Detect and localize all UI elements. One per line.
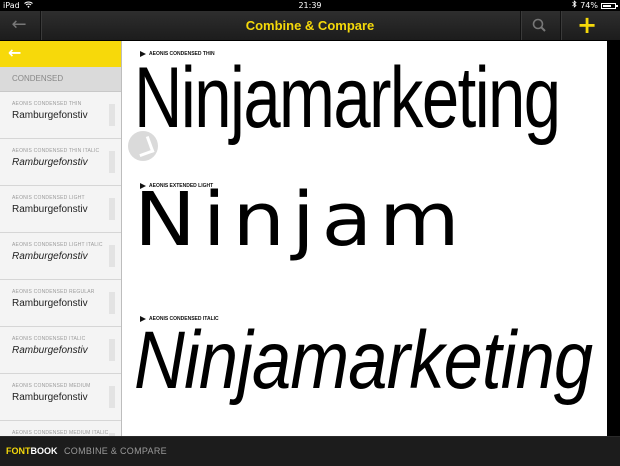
font-name: AEONIS CONDENSED ITALIC — [12, 336, 86, 342]
arrow-left-icon: ← — [8, 43, 22, 62]
nav-divider — [520, 11, 522, 40]
font-list-item[interactable]: AEONIS CONDENSED LIGHT Ramburgefonstiv — [0, 186, 121, 233]
nav-bar: ← Combine & Compare + — [0, 11, 620, 41]
battery-icon — [601, 2, 618, 9]
font-list-item[interactable]: AEONIS CONDENSED MEDIUM ITALIC — [0, 421, 121, 436]
font-sample: Ramburgefonstiv — [12, 251, 88, 262]
font-sample: Ramburgefonstiv — [12, 298, 88, 309]
font-list-item[interactable]: AEONIS CONDENSED ITALIC Ramburgefonstiv — [0, 327, 121, 374]
font-name: AEONIS CONDENSED LIGHT — [12, 195, 85, 201]
bluetooth-icon — [572, 0, 577, 11]
font-name: AEONIS CONDENSED REGULAR — [12, 289, 95, 295]
font-list-item[interactable]: AEONIS CONDENSED MEDIUM Ramburgefonstiv — [0, 374, 121, 421]
status-bar: iPad 21:39 74% — [0, 0, 620, 11]
search-icon[interactable] — [526, 15, 552, 35]
sample-text: Ninjam — [134, 177, 467, 263]
font-name: AEONIS CONDENSED LIGHT ITALIC — [12, 242, 103, 248]
font-name: AEONIS CONDENSED MEDIUM — [12, 383, 91, 389]
nav-divider — [560, 11, 562, 40]
font-list-item[interactable]: AEONIS CONDENSED REGULAR Ramburgefonstiv — [0, 280, 121, 327]
font-sample: Ramburgefonstiv — [12, 392, 88, 403]
font-sample: Ramburgefonstiv — [12, 345, 88, 356]
font-sidebar: ← CONDENSED AEONIS CONDENSED THIN Ramburg… — [0, 41, 122, 436]
app-logo[interactable]: FONTBOOK — [6, 437, 58, 466]
status-time: 21:39 — [298, 1, 322, 10]
font-list-item[interactable]: AEONIS CONDENSED LIGHT ITALIC Ramburgefon… — [0, 233, 121, 280]
font-list-item[interactable]: AEONIS CONDENSED THIN ITALIC Ramburgefons… — [0, 139, 121, 186]
sample-text: Ninjamarketing — [134, 315, 593, 406]
drag-tab[interactable] — [109, 151, 115, 173]
font-name: AEONIS CONDENSED THIN ITALIC — [12, 148, 100, 154]
drag-tab[interactable] — [109, 339, 115, 361]
drag-tab[interactable] — [109, 245, 115, 267]
font-sample: Ramburgefonstiv — [12, 204, 88, 215]
drag-tab[interactable] — [109, 104, 115, 126]
logo-part: FONT — [6, 446, 31, 456]
drag-tab[interactable] — [109, 386, 115, 408]
battery-percent: 74% — [580, 1, 598, 10]
logo-part: BOOK — [30, 446, 58, 456]
sidebar-section-header: CONDENSED — [0, 67, 121, 92]
drag-tab[interactable] — [109, 198, 115, 220]
nav-divider — [40, 11, 42, 40]
font-list: AEONIS CONDENSED THIN Ramburgefonstiv AEON… — [0, 92, 121, 436]
bottom-bar: FONTBOOK COMBINE & COMPARE — [0, 436, 620, 466]
drag-tab[interactable] — [109, 292, 115, 314]
compare-canvas: AEONIS CONDENSED THIN Ninjamarketing AEO… — [122, 41, 607, 436]
arrow-left-icon[interactable]: ← — [6, 14, 32, 36]
battery-fill — [603, 4, 611, 7]
font-sample: Ramburgefonstiv — [12, 157, 88, 168]
font-list-item[interactable]: AEONIS CONDENSED THIN Ramburgefonstiv — [0, 92, 121, 139]
plus-icon[interactable]: + — [574, 13, 600, 37]
sidebar-back-button[interactable]: ← — [0, 41, 121, 67]
drag-handle-icon[interactable] — [128, 131, 158, 161]
font-sample: Ramburgefonstiv — [12, 110, 88, 121]
right-edge-bar — [607, 41, 620, 436]
breadcrumb[interactable]: COMBINE & COMPARE — [64, 437, 167, 466]
sample-text: Ninjamarketing — [134, 50, 561, 146]
font-name: AEONIS CONDENSED THIN — [12, 101, 82, 107]
